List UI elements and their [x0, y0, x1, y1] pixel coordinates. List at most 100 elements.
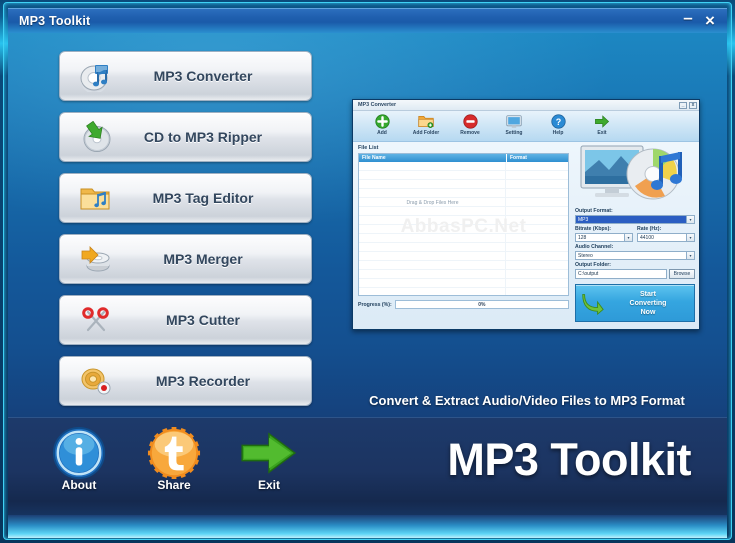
- audio-channel-select[interactable]: Stereo ▾: [575, 251, 695, 260]
- tool-button-label: MP3 Cutter: [166, 312, 240, 328]
- preview-toolbar-add-folder[interactable]: Add Folder: [404, 113, 448, 136]
- app-screenshot-preview: MP3 Converter _ x Add Add Folder Remove …: [352, 99, 700, 330]
- preview-title-bar: MP3 Converter _ x: [353, 100, 699, 111]
- tool-button-label: CD to MP3 Ripper: [143, 129, 263, 145]
- main-body: MP3 Converter CD to MP3 Ripper MP3 Tag E…: [8, 33, 727, 417]
- drag-drop-hint: Drag & Drop Files Here: [406, 200, 459, 206]
- chevron-down-icon: ▾: [686, 252, 694, 259]
- output-format-select[interactable]: MP3 ▾: [575, 215, 695, 224]
- preview-main: File List File Name Format Drag & Drop F…: [353, 142, 699, 329]
- table-row: [359, 216, 568, 225]
- tool-button-mp3-recorder[interactable]: MP3 Recorder: [59, 356, 312, 406]
- brand-logo-text: MP3 Toolkit: [447, 434, 691, 485]
- start-line-2: Converting: [629, 299, 667, 307]
- rate-value: 44100: [640, 234, 654, 241]
- download-arrow-icon: [579, 289, 605, 317]
- table-row: [359, 189, 568, 198]
- folder-music-icon: [69, 178, 123, 218]
- preview-toolbar-label: Add: [377, 130, 387, 136]
- monitor-disc-music-artwork: [575, 144, 695, 206]
- chevron-down-icon: ▾: [624, 234, 632, 241]
- rate-label: Rate (Hz):: [637, 226, 662, 232]
- browse-button[interactable]: Browse: [669, 269, 695, 279]
- progress-row: Progress (%): 0%: [358, 300, 569, 309]
- audio-channel-label: Audio Channel:: [575, 244, 614, 250]
- audio-channel-value: Stereo: [578, 252, 593, 259]
- footer-glow-strip: [8, 515, 727, 538]
- tool-button-mp3-cutter[interactable]: MP3 Cutter: [59, 295, 312, 345]
- window-title: MP3 Toolkit: [19, 14, 91, 28]
- question-circle-icon: ?: [536, 113, 580, 129]
- table-row: [359, 252, 568, 261]
- preview-settings-panel: Output Format: MP3 ▾ Bitrate (Kbps): 128…: [573, 142, 699, 329]
- chevron-down-icon: ▾: [686, 216, 694, 223]
- tool-button-label: MP3 Merger: [163, 251, 243, 267]
- cd-green-arrow-icon: [69, 117, 123, 157]
- title-bar: MP3 Toolkit – ×: [8, 8, 727, 33]
- preview-toolbar-setting[interactable]: Setting: [492, 113, 536, 136]
- table-row: [359, 171, 568, 180]
- file-list-header: File Name Format: [359, 154, 568, 162]
- preview-minimize-button[interactable]: _: [679, 101, 687, 109]
- exit-button-label: Exit: [257, 478, 280, 492]
- rate-select[interactable]: 44100 ▾: [637, 233, 695, 242]
- tool-button-mp3-merger[interactable]: MP3 Merger: [59, 234, 312, 284]
- rate-group: Rate (Hz): 44100 ▾: [637, 224, 695, 242]
- preview-file-panel: File List File Name Format Drag & Drop F…: [353, 142, 573, 329]
- monitor-settings-icon: [492, 113, 536, 129]
- start-line-3: Now: [640, 308, 656, 316]
- green-arrow-icon: [580, 113, 624, 129]
- tool-button-label: MP3 Recorder: [155, 373, 251, 389]
- output-folder-input[interactable]: C:\output: [575, 269, 667, 279]
- about-button[interactable]: About: [48, 426, 110, 492]
- preview-toolbar-label: Setting: [505, 130, 523, 136]
- preview-toolbar-exit[interactable]: Exit: [580, 113, 624, 136]
- column-header-format: Format: [506, 154, 568, 162]
- file-list-rows: [359, 162, 568, 295]
- table-row: [359, 207, 568, 216]
- exit-button[interactable]: Exit: [238, 426, 300, 492]
- table-row: [359, 243, 568, 252]
- mp3-toolkit-window: MP3 Toolkit – × MP3 Converter CD to MP3 …: [0, 0, 735, 543]
- tool-button-mp3-tag-editor[interactable]: MP3 Tag Editor: [59, 173, 312, 223]
- preview-toolbar-label: Help: [552, 130, 564, 136]
- output-format-value: MP3: [578, 216, 589, 223]
- table-row: [359, 279, 568, 288]
- share-button[interactable]: Share: [143, 426, 205, 492]
- minimize-button[interactable]: –: [677, 8, 699, 31]
- share-button-label: Share: [157, 478, 191, 492]
- tool-button-label: MP3 Converter: [153, 68, 253, 84]
- preview-toolbar-label: Remove: [460, 130, 480, 136]
- preview-toolbar-help[interactable]: ? Help: [536, 113, 580, 136]
- footer-button-group: About Share Exit: [48, 426, 300, 492]
- tagline-text: Convert & Extract Audio/Video Files to M…: [369, 393, 685, 408]
- start-converting-button[interactable]: Start Converting Now: [575, 284, 695, 322]
- file-list-table[interactable]: File Name Format Drag & Drop Files Here …: [358, 153, 569, 296]
- tool-button-cd-to-mp3-ripper[interactable]: CD to MP3 Ripper: [59, 112, 312, 162]
- chevron-down-icon: ▾: [686, 234, 694, 241]
- preview-toolbar-add[interactable]: Add: [360, 113, 404, 136]
- start-converting-text: Start Converting Now: [605, 290, 694, 317]
- green-arrow-icon: [238, 426, 300, 480]
- column-header-file-name: File Name: [362, 155, 386, 161]
- bitrate-select[interactable]: 128 ▾: [575, 233, 633, 242]
- tool-button-mp3-converter[interactable]: MP3 Converter: [59, 51, 312, 101]
- close-button[interactable]: ×: [699, 11, 721, 31]
- table-row: [359, 180, 568, 189]
- disc-stack-arrow-icon: [69, 239, 123, 279]
- info-circle-icon: [48, 426, 110, 480]
- cd-music-note-icon: [69, 56, 123, 96]
- about-button-label: About: [61, 478, 97, 492]
- svg-text:?: ?: [555, 116, 561, 126]
- output-folder-row: C:\output Browse: [575, 269, 695, 279]
- tumblr-star-icon: [143, 426, 205, 480]
- scissors-icon: [69, 300, 123, 340]
- preview-close-button[interactable]: x: [689, 101, 697, 109]
- file-list-label: File List: [358, 145, 379, 151]
- table-row: [359, 225, 568, 234]
- bitrate-value: 128: [578, 234, 587, 241]
- tool-button-label: MP3 Tag Editor: [152, 190, 254, 206]
- plus-circle-green-icon: [360, 113, 404, 129]
- preview-toolbar-remove[interactable]: Remove: [448, 113, 492, 136]
- bitrate-label: Bitrate (Kbps):: [575, 226, 612, 232]
